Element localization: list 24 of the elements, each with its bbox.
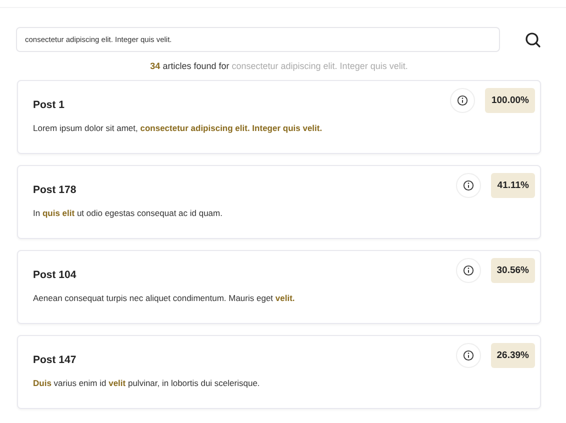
summary-text: articles found for [162, 61, 230, 71]
score-badge: 30.56% [490, 258, 535, 282]
post-title: Post 104 [33, 268, 78, 281]
search-icon [525, 32, 541, 48]
info-icon [462, 264, 474, 276]
result-count: 34 [150, 61, 160, 71]
info-icon [463, 180, 474, 190]
post-title: Post 147 [33, 353, 78, 366]
info-icon [457, 94, 468, 106]
info-button[interactable] [456, 258, 481, 282]
score-badge: 41.11% [491, 172, 535, 198]
info-button[interactable] [456, 342, 481, 368]
score-badge: 100.00% [485, 88, 535, 112]
post-snippet: Aenean consequat turpis nec aliquet condimentum. Mauris eget velit. [33, 293, 296, 303]
score-badge: 26.39% [490, 342, 535, 368]
post-snippet: Duis varius enim id velit pulvinar, in lobortis dui scelerisque. [33, 378, 261, 388]
search-query: consectetur adipiscing elit. Integer quis velit. [232, 61, 408, 71]
info-icon [462, 350, 474, 360]
post-snippet: In quis elit ut odio egestas consequat ac id quam. [33, 208, 224, 218]
post-title: Post 178 [33, 183, 78, 196]
post-snippet: Lorem ipsum dolor sit amet, consectetur adipiscing elit. Integer quis velit. [33, 123, 324, 133]
info-button[interactable] [450, 88, 476, 112]
info-button[interactable] [456, 172, 482, 198]
post-title: Post 1 [33, 98, 66, 111]
